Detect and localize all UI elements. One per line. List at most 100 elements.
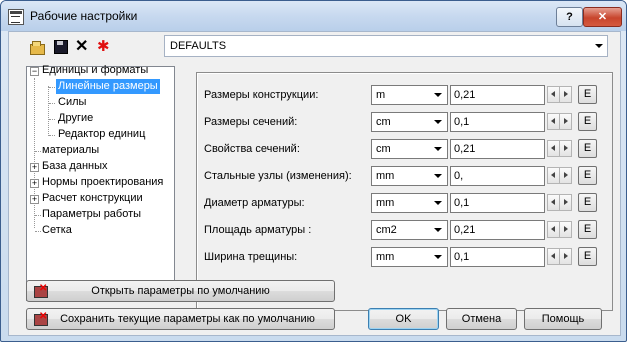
tree-item-structure-analysis[interactable]: Расчет конструкции bbox=[42, 191, 143, 206]
tree-item-materials[interactable]: материалы bbox=[42, 143, 99, 158]
app-window-icon bbox=[8, 9, 24, 25]
unit-row: Стальные узлы (изменения): mm 0, E bbox=[197, 166, 612, 186]
open-defaults-button[interactable]: Открыть параметры по умолчанию bbox=[26, 280, 335, 302]
arrow-right-icon[interactable] bbox=[559, 167, 572, 184]
edit-format-button[interactable]: E bbox=[578, 220, 597, 239]
unit-value: mm bbox=[376, 197, 395, 209]
unit-value: mm bbox=[376, 170, 395, 182]
chevron-down-icon bbox=[434, 228, 442, 232]
precision-spinner[interactable] bbox=[547, 248, 572, 265]
unit-select[interactable]: mm bbox=[371, 193, 448, 213]
precision-spinner[interactable] bbox=[547, 140, 572, 157]
unit-row: Диаметр арматуры: mm 0,1 E bbox=[197, 193, 612, 213]
tree-connector bbox=[34, 78, 35, 228]
precision-field[interactable]: 0,21 bbox=[450, 139, 545, 159]
tree-item-database[interactable]: База данных bbox=[42, 159, 108, 174]
save-disk-icon[interactable] bbox=[53, 39, 69, 55]
settings-tree[interactable]: − Единицы и форматы Линейные размеры Сил… bbox=[26, 63, 175, 301]
tree-item-forces[interactable]: Силы bbox=[58, 95, 86, 110]
edit-format-button[interactable]: E bbox=[578, 193, 597, 212]
tree-connector bbox=[35, 231, 41, 232]
save-defaults-icon bbox=[34, 312, 48, 326]
ok-button[interactable]: OK bbox=[368, 308, 439, 330]
unit-row: Размеры сечений: cm 0,1 E bbox=[197, 112, 612, 132]
unit-select[interactable]: cm2 bbox=[371, 220, 448, 240]
unit-select[interactable]: cm bbox=[371, 139, 448, 159]
preset-select[interactable]: DEFAULTS bbox=[164, 35, 608, 57]
open-defaults-icon bbox=[34, 284, 48, 298]
collapse-icon[interactable]: − bbox=[30, 67, 39, 76]
precision-field[interactable]: 0,21 bbox=[450, 220, 545, 240]
close-button[interactable]: ✕ bbox=[583, 7, 622, 27]
expand-icon[interactable]: + bbox=[30, 163, 39, 172]
tree-item-other[interactable]: Другие bbox=[58, 111, 93, 126]
precision-field[interactable]: 0,1 bbox=[450, 112, 545, 132]
edit-format-button[interactable]: E bbox=[578, 139, 597, 158]
row-label: Ширина трещины: bbox=[204, 251, 298, 263]
unit-select[interactable]: mm bbox=[371, 166, 448, 186]
unit-select[interactable]: mm bbox=[371, 247, 448, 267]
title-bar[interactable]: Рабочие настройки ? ✕ bbox=[1, 1, 626, 31]
window-title: Рабочие настройки bbox=[30, 9, 138, 23]
chevron-down-icon bbox=[434, 93, 442, 97]
unit-row: Ширина трещины: mm 0,1 E bbox=[197, 247, 612, 267]
unit-value: m bbox=[376, 89, 386, 101]
expand-icon[interactable]: + bbox=[30, 195, 39, 204]
unit-row: Площадь арматуры : cm2 0,21 E bbox=[197, 220, 612, 240]
help-dialog-button[interactable]: Помощь bbox=[524, 308, 602, 330]
unit-value: mm bbox=[376, 251, 395, 263]
open-defaults-label: Открыть параметры по умолчанию bbox=[91, 285, 270, 297]
row-label: Размеры конструкции: bbox=[204, 89, 319, 101]
precision-spinner[interactable] bbox=[547, 194, 572, 211]
arrow-right-icon[interactable] bbox=[559, 248, 572, 265]
precision-spinner[interactable] bbox=[547, 221, 572, 238]
settings-dialog: Рабочие настройки ? ✕ ✕ ✱ DEFAULTS − Еди… bbox=[0, 0, 627, 342]
precision-field[interactable]: 0,1 bbox=[450, 193, 545, 213]
precision-value: 0,21 bbox=[454, 89, 476, 101]
arrow-right-icon[interactable] bbox=[559, 140, 572, 157]
precision-spinner[interactable] bbox=[547, 167, 572, 184]
tree-item-design-codes[interactable]: Нормы проектирования bbox=[42, 175, 163, 190]
tree-item-linear-dimensions[interactable]: Линейные размеры bbox=[56, 79, 160, 94]
cancel-button[interactable]: Отмена bbox=[446, 308, 517, 330]
precision-spinner[interactable] bbox=[547, 113, 572, 130]
unit-select[interactable]: cm bbox=[371, 112, 448, 132]
precision-field[interactable]: 0,1 bbox=[450, 247, 545, 267]
row-label: Размеры сечений: bbox=[204, 116, 298, 128]
dialog-client-area: ✕ ✱ DEFAULTS − Единицы и форматы Линейны… bbox=[8, 31, 621, 336]
tree-item-work-parameters[interactable]: Параметры работы bbox=[42, 207, 141, 222]
chevron-down-icon bbox=[434, 201, 442, 205]
tree-connector bbox=[48, 86, 49, 136]
edit-format-button[interactable]: E bbox=[578, 247, 597, 266]
edit-format-button[interactable]: E bbox=[578, 85, 597, 104]
unit-value: cm2 bbox=[376, 224, 397, 236]
tree-connector bbox=[35, 151, 41, 152]
arrow-right-icon[interactable] bbox=[559, 221, 572, 238]
precision-value: 0,21 bbox=[454, 143, 476, 155]
save-defaults-button[interactable]: Сохранить текущие параметры как по умолч… bbox=[26, 308, 335, 330]
precision-field[interactable]: 0,21 bbox=[450, 85, 545, 105]
tree-connector bbox=[49, 103, 55, 104]
precision-spinner[interactable] bbox=[547, 86, 572, 103]
row-label: Диаметр арматуры: bbox=[204, 197, 305, 209]
expand-icon[interactable]: + bbox=[30, 179, 39, 188]
tree-item-units-formats[interactable]: Единицы и форматы bbox=[42, 63, 148, 78]
arrow-right-icon[interactable] bbox=[559, 113, 572, 130]
arrow-right-icon[interactable] bbox=[559, 86, 572, 103]
edit-format-button[interactable]: E bbox=[578, 166, 597, 185]
open-folder-icon[interactable] bbox=[29, 39, 45, 55]
delete-x-icon[interactable]: ✕ bbox=[75, 39, 91, 55]
chevron-down-icon bbox=[434, 174, 442, 178]
unit-select[interactable]: m bbox=[371, 85, 448, 105]
edit-format-button[interactable]: E bbox=[578, 112, 597, 131]
precision-value: 0,1 bbox=[454, 251, 470, 263]
arrow-right-icon[interactable] bbox=[559, 194, 572, 211]
precision-value: 0, bbox=[454, 170, 464, 182]
help-button[interactable]: ? bbox=[556, 7, 583, 27]
tree-item-unit-editor[interactable]: Редактор единиц bbox=[58, 127, 145, 142]
tree-connector bbox=[49, 135, 55, 136]
unit-value: cm bbox=[376, 116, 391, 128]
new-star-icon[interactable]: ✱ bbox=[97, 39, 113, 55]
precision-field[interactable]: 0, bbox=[450, 166, 545, 186]
tree-item-mesh[interactable]: Сетка bbox=[42, 223, 72, 238]
